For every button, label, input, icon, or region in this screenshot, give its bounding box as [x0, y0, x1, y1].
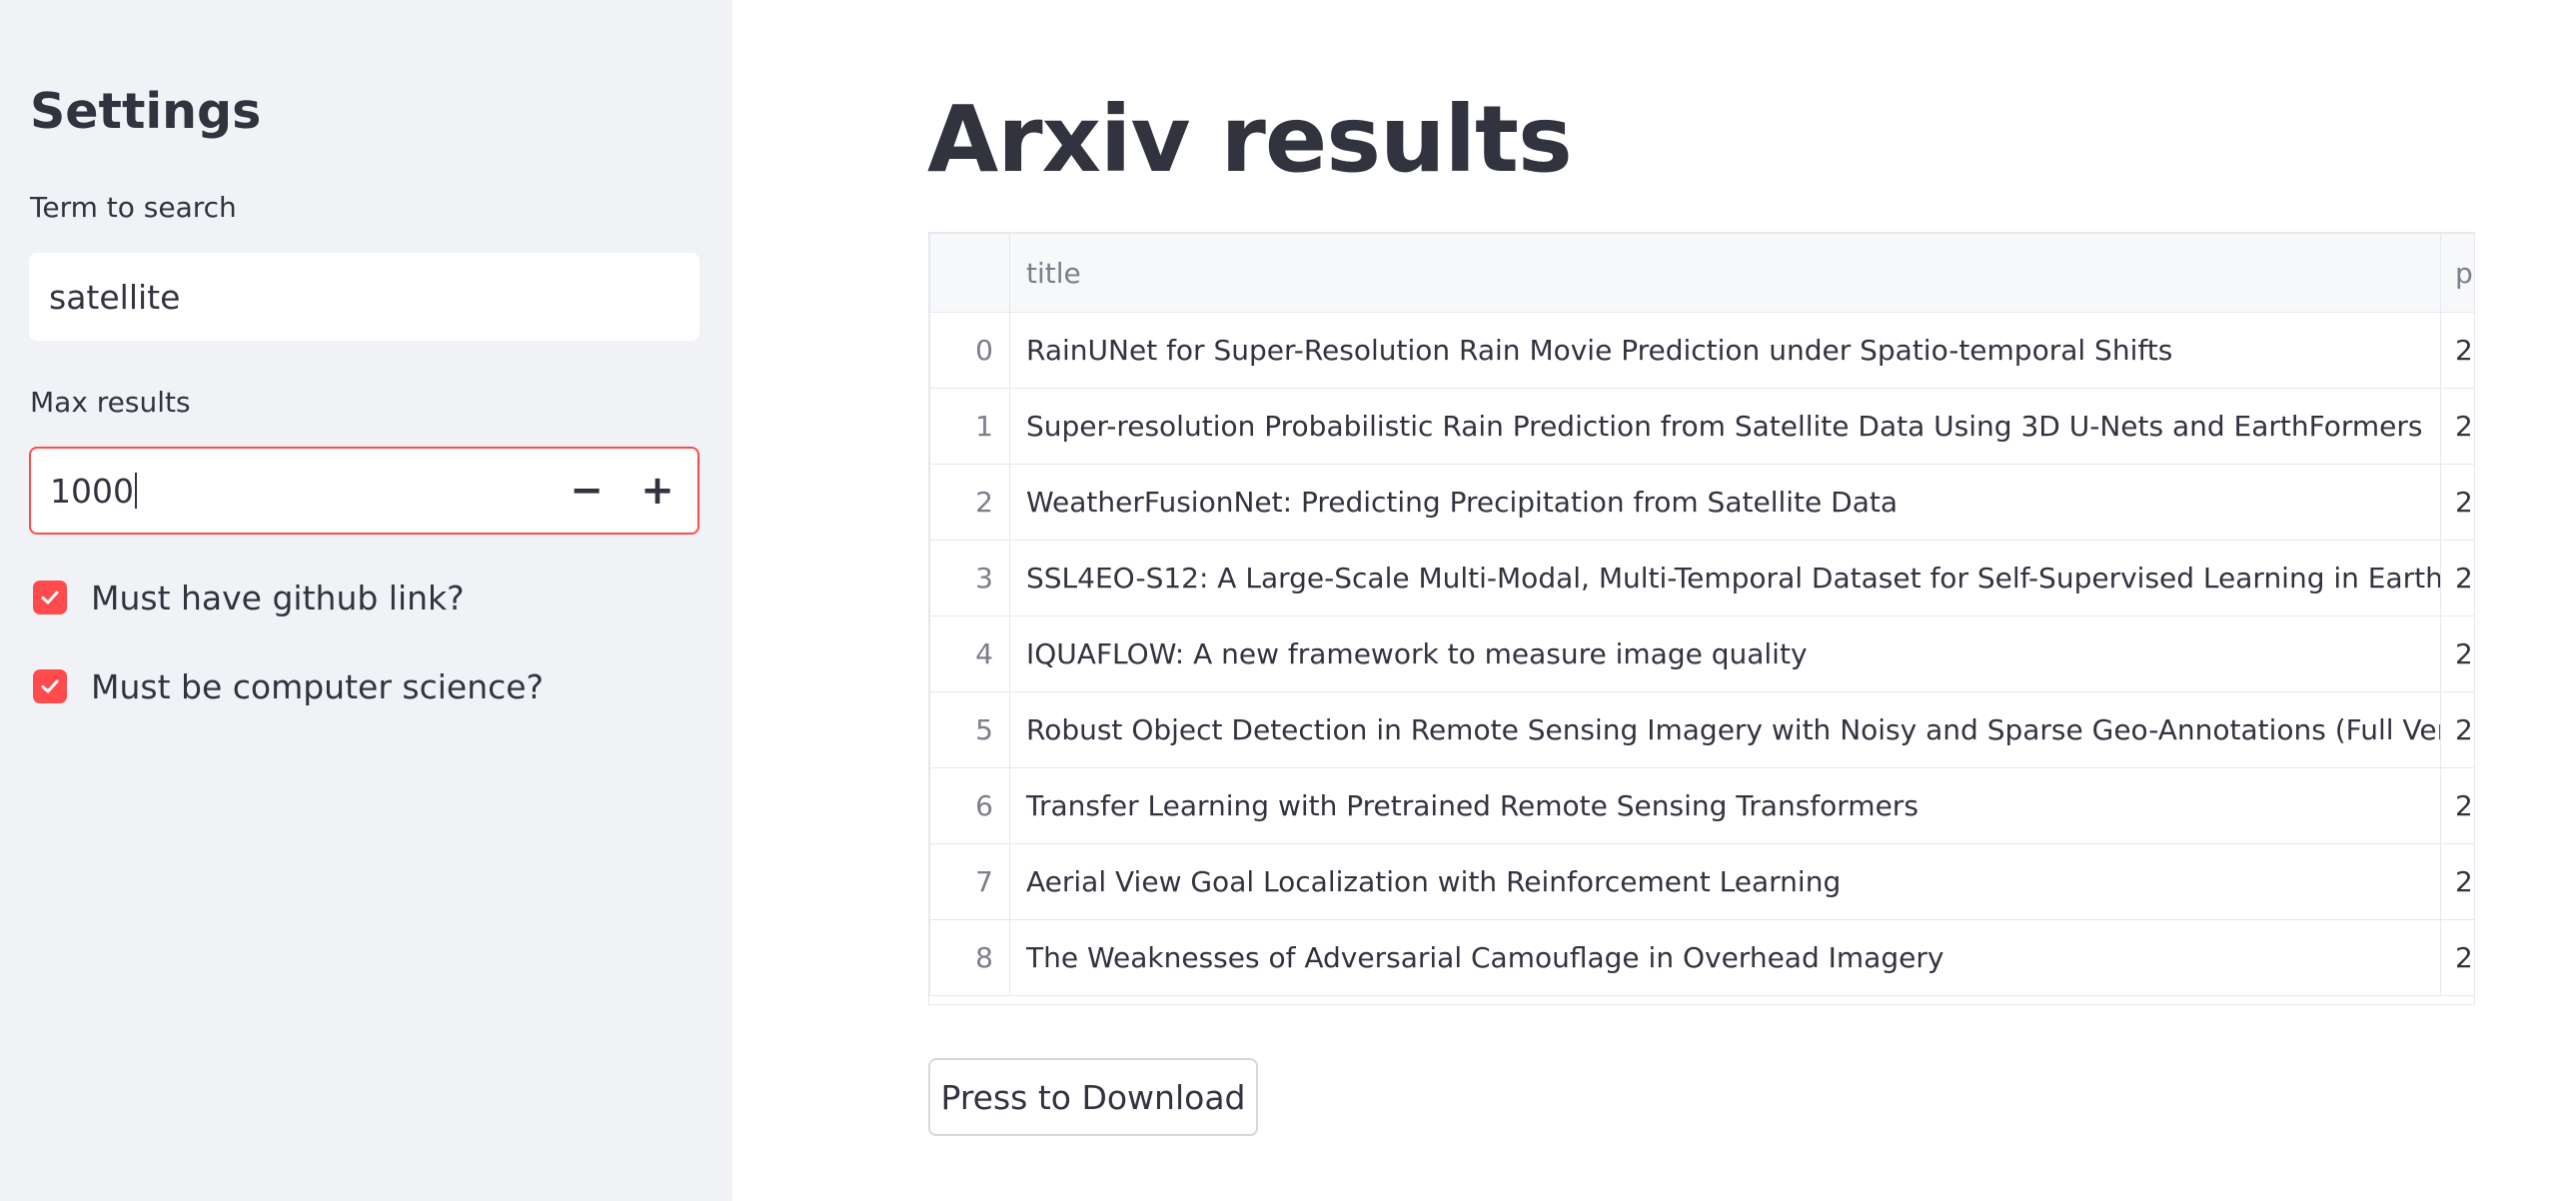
row-title[interactable]: Transfer Learning with Pretrained Remote…: [1009, 767, 2441, 844]
table-header-row: title pu: [929, 233, 2474, 313]
max-results-value: 1000: [50, 471, 134, 511]
row-title[interactable]: SSL4EO-S12: A Large-Scale Multi-Modal, M…: [1009, 540, 2441, 616]
increment-button[interactable]: +: [623, 449, 692, 533]
github-checkbox-row[interactable]: Must have github link?: [33, 578, 465, 617]
checkmark-icon: [41, 591, 59, 604]
plus-icon: +: [641, 468, 674, 514]
term-label: Term to search: [30, 191, 237, 224]
row-index: 3: [929, 540, 1010, 616]
row-index: 4: [929, 615, 1010, 692]
row-published[interactable]: 20: [2440, 312, 2474, 389]
table-row[interactable]: 0 RainUNet for Super-Resolution Rain Mov…: [929, 312, 2474, 389]
table-row[interactable]: 4 IQUAFLOW: A new framework to measure i…: [929, 615, 2474, 692]
sidebar: Settings Term to search satellite Max re…: [0, 0, 732, 1201]
row-title[interactable]: IQUAFLOW: A new framework to measure ima…: [1009, 615, 2441, 692]
decrement-button[interactable]: −: [552, 449, 622, 533]
row-title[interactable]: Super-resolution Probabilistic Rain Pred…: [1009, 388, 2441, 465]
row-index: 2: [929, 464, 1010, 541]
page-title: Arxiv results: [927, 86, 1573, 193]
max-results-value-wrap: 1000: [50, 449, 137, 533]
row-index: 6: [929, 767, 1010, 844]
github-checkbox-label: Must have github link?: [91, 578, 465, 617]
row-published[interactable]: 20: [2440, 691, 2474, 768]
published-column-header[interactable]: pu: [2440, 233, 2474, 313]
app-root: Settings Term to search satellite Max re…: [0, 0, 2576, 1201]
row-published[interactable]: 20: [2440, 540, 2474, 616]
row-published[interactable]: 20: [2440, 388, 2474, 465]
cs-checkbox-row[interactable]: Must be computer science?: [33, 666, 544, 706]
row-published[interactable]: 20: [2440, 843, 2474, 920]
cs-checkbox-label: Must be computer science?: [91, 666, 545, 706]
text-caret: [134, 473, 137, 509]
max-results-label: Max results: [30, 386, 191, 419]
row-index: 0: [929, 312, 1010, 389]
table-row[interactable]: 6 Transfer Learning with Pretrained Remo…: [929, 767, 2474, 844]
table-row[interactable]: 8 The Weaknesses of Adversarial Camoufla…: [929, 919, 2474, 996]
table-row[interactable]: 1 Super-resolution Probabilistic Rain Pr…: [929, 388, 2474, 465]
row-index: 7: [929, 843, 1010, 920]
row-index: 1: [929, 388, 1010, 465]
row-title[interactable]: The Weaknesses of Adversarial Camouflage…: [1009, 919, 2441, 996]
row-published[interactable]: 20: [2440, 767, 2474, 844]
title-column-header[interactable]: title: [1009, 233, 2441, 313]
max-results-input[interactable]: 1000 − +: [29, 447, 699, 535]
table-row[interactable]: 3 SSL4EO-S12: A Large-Scale Multi-Modal,…: [929, 540, 2474, 616]
results-table: title pu 0 RainUNet for Super-Resolution…: [929, 233, 2474, 996]
term-input[interactable]: satellite: [29, 253, 699, 341]
github-checkbox[interactable]: [33, 581, 67, 614]
cs-checkbox[interactable]: [33, 669, 67, 703]
table-row[interactable]: 2 WeatherFusionNet: Predicting Precipita…: [929, 464, 2474, 541]
index-column-header[interactable]: [929, 233, 1010, 313]
row-index: 8: [929, 919, 1010, 996]
term-input-value: satellite: [49, 277, 181, 317]
results-table-container[interactable]: title pu 0 RainUNet for Super-Resolution…: [928, 232, 2475, 1005]
table-row[interactable]: 5 Robust Object Detection in Remote Sens…: [929, 691, 2474, 768]
row-title[interactable]: RainUNet for Super-Resolution Rain Movie…: [1009, 312, 2441, 389]
row-published[interactable]: 20: [2440, 615, 2474, 692]
table-row[interactable]: 7 Aerial View Goal Localization with Rei…: [929, 843, 2474, 920]
row-title[interactable]: Robust Object Detection in Remote Sensin…: [1009, 691, 2441, 768]
checkmark-icon: [41, 679, 59, 693]
row-title[interactable]: WeatherFusionNet: Predicting Precipitati…: [1009, 464, 2441, 541]
sidebar-title: Settings: [30, 83, 262, 140]
row-published[interactable]: 20: [2440, 919, 2474, 996]
download-button[interactable]: Press to Download: [928, 1058, 1258, 1136]
minus-icon: −: [570, 468, 604, 514]
row-index: 5: [929, 691, 1010, 768]
row-title[interactable]: Aerial View Goal Localization with Reinf…: [1009, 843, 2441, 920]
row-published[interactable]: 20: [2440, 464, 2474, 541]
